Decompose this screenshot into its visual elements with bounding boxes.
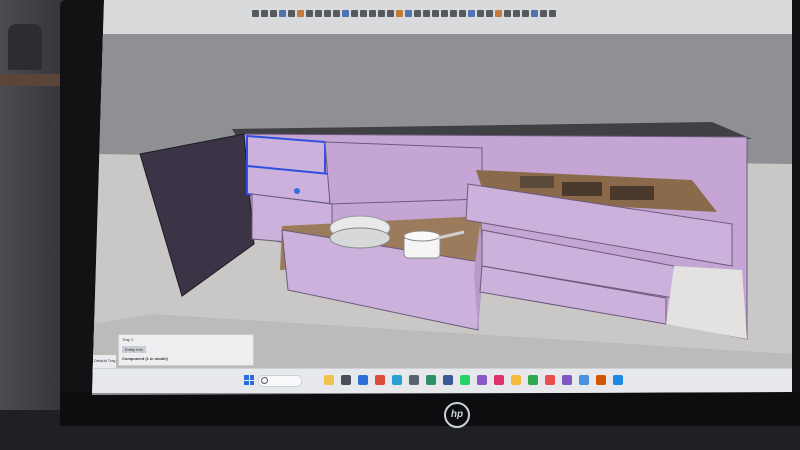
sketchup-viewport[interactable] [92, 34, 792, 370]
entity-info-panel[interactable]: Tray 1 Entity Info Component (1 in model… [118, 334, 254, 366]
toolbar-tool-icon[interactable] [522, 10, 529, 17]
entity-description: Component (1 in model) [122, 356, 168, 361]
app-icon[interactable] [409, 375, 419, 385]
chrome-icon[interactable] [375, 375, 385, 385]
toolbar-tool-icon[interactable] [261, 10, 268, 17]
taskbar-search[interactable] [258, 375, 302, 387]
folder-icon[interactable] [341, 375, 351, 385]
background-object [8, 24, 42, 70]
toolbar-tool-icon[interactable] [450, 10, 457, 17]
edge-icon[interactable] [392, 375, 402, 385]
dinner-plates-stack [329, 227, 391, 249]
search-icon [261, 377, 268, 384]
toolbar-tool-icon[interactable] [378, 10, 385, 17]
toolbar-tool-icon[interactable] [423, 10, 430, 17]
widget-label: Default Tray [94, 358, 116, 363]
app-icon[interactable] [562, 375, 572, 385]
toolbar-tool-icon[interactable] [432, 10, 439, 17]
toolbar-tool-icon[interactable] [306, 10, 313, 17]
panel-title: Tray 1 [122, 337, 134, 342]
panel-tag[interactable]: Entity Info [122, 346, 146, 353]
toolbar-tool-icon[interactable] [477, 10, 484, 17]
app-icon[interactable] [358, 375, 368, 385]
monitor-chin [60, 392, 800, 426]
app-icon[interactable] [545, 375, 555, 385]
toolbar-tool-icon[interactable] [297, 10, 304, 17]
file-explorer-icon[interactable] [324, 375, 334, 385]
toolbar-tool-icon[interactable] [360, 10, 367, 17]
app-icon[interactable] [460, 375, 470, 385]
toolbar-tool-icon[interactable] [513, 10, 520, 17]
toolbar-tool-icon[interactable] [495, 10, 502, 17]
app-icon[interactable] [511, 375, 521, 385]
toolbar-tool-icon[interactable] [414, 10, 421, 17]
toolbar-tool-icon[interactable] [468, 10, 475, 17]
app-icon[interactable] [477, 375, 487, 385]
toolbar-tool-icon[interactable] [504, 10, 511, 17]
app-icon[interactable] [426, 375, 436, 385]
app-icon[interactable] [596, 375, 606, 385]
toolbar-tool-icon[interactable] [324, 10, 331, 17]
windows-taskbar [92, 368, 792, 393]
toolbar-tool-icon[interactable] [270, 10, 277, 17]
toolbar-tool-icon[interactable] [342, 10, 349, 17]
toolbar-tool-icon[interactable] [486, 10, 493, 17]
toolbar-tool-icon[interactable] [351, 10, 358, 17]
cooking-pot-rim [403, 230, 441, 242]
app-icon[interactable] [528, 375, 538, 385]
toolbar-tool-icon[interactable] [279, 10, 286, 17]
toolbar-tool-icon[interactable] [252, 10, 259, 17]
toolbar-tool-icon[interactable] [549, 10, 556, 17]
toolbar-tool-icon[interactable] [315, 10, 322, 17]
app-icon[interactable] [443, 375, 453, 385]
selection-marker [294, 188, 300, 194]
toolbar-tool-icon[interactable] [405, 10, 412, 17]
toolbar-tool-icon[interactable] [441, 10, 448, 17]
cabinet-top-middle [324, 141, 483, 205]
toolbar-tool-icon[interactable] [531, 10, 538, 17]
windows-start-icon[interactable] [244, 375, 254, 385]
cutlery-organizer-slot [562, 182, 602, 196]
sketchup-toolbar [92, 0, 792, 34]
hp-logo: hp [444, 402, 470, 428]
app-icon[interactable] [613, 375, 623, 385]
toolbar-tool-icon[interactable] [540, 10, 547, 17]
toolbar-tool-icon[interactable] [396, 10, 403, 17]
toolbar-tool-icon[interactable] [333, 10, 340, 17]
cutlery-organizer [520, 176, 554, 188]
toolbar-tool-icon[interactable] [369, 10, 376, 17]
app-icon[interactable] [494, 375, 504, 385]
cutlery-organizer-slot [610, 186, 654, 200]
monitor-screen: Tray 1 Entity Info Component (1 in model… [92, 0, 792, 395]
toolbar-tool-icon[interactable] [288, 10, 295, 17]
toolbar-tool-icon[interactable] [387, 10, 394, 17]
app-icon[interactable] [579, 375, 589, 385]
toolbar-tool-icon[interactable] [459, 10, 466, 17]
